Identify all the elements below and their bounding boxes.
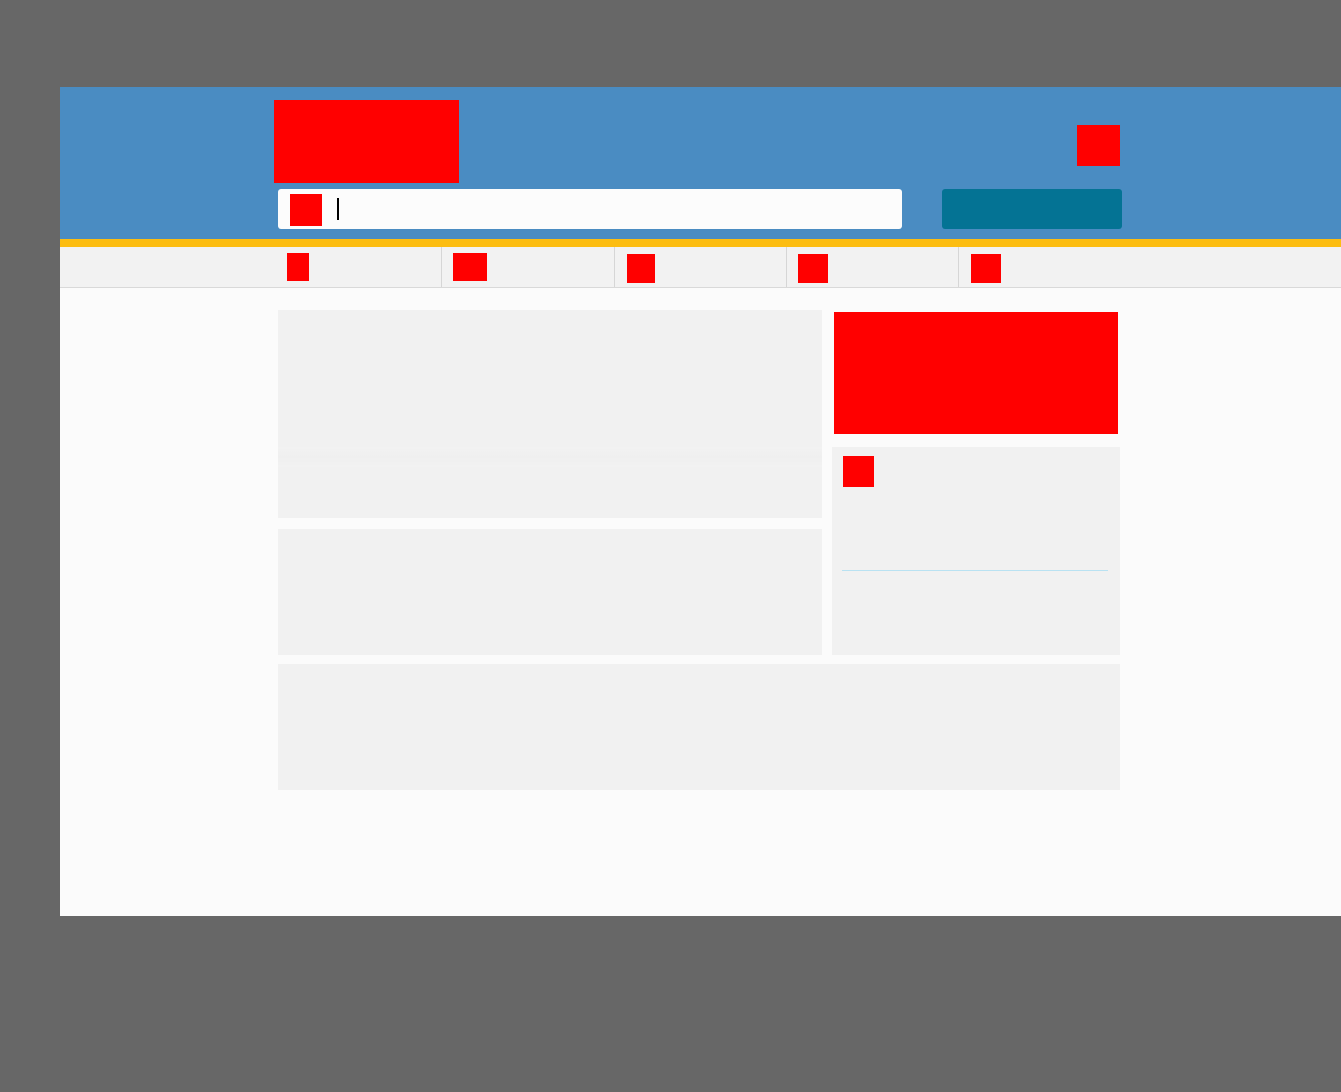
search-bar (278, 189, 902, 229)
browser-window (60, 87, 1341, 916)
nav-item-2-icon (453, 253, 487, 281)
nav-item-1-icon (287, 253, 309, 281)
nav-item-1[interactable] (274, 247, 441, 287)
site-logo[interactable] (274, 100, 459, 183)
header-icon[interactable] (1077, 125, 1120, 166)
nav-item-5-icon (971, 254, 1001, 283)
search-input[interactable] (336, 193, 886, 225)
accent-stripe (60, 239, 1341, 247)
nav-item-4[interactable] (787, 247, 958, 287)
nav-bar (60, 247, 1341, 288)
sidebar-card-divider (842, 570, 1108, 571)
site-header (60, 87, 1341, 239)
nav-item-3[interactable] (615, 247, 786, 287)
sidebar-card (832, 447, 1120, 655)
nav-item-2[interactable] (442, 247, 614, 287)
feature-card[interactable] (278, 310, 822, 518)
search-icon (290, 194, 322, 226)
sidebar-card-icon (843, 456, 874, 487)
wide-card[interactable] (278, 664, 1120, 790)
nav-item-3-icon (627, 254, 655, 283)
promo-banner[interactable] (834, 312, 1118, 434)
content-card[interactable] (278, 529, 822, 655)
nav-item-4-icon (798, 254, 828, 283)
nav-item-5[interactable] (959, 247, 1129, 287)
card-shade (278, 447, 822, 467)
search-button[interactable] (942, 189, 1122, 229)
